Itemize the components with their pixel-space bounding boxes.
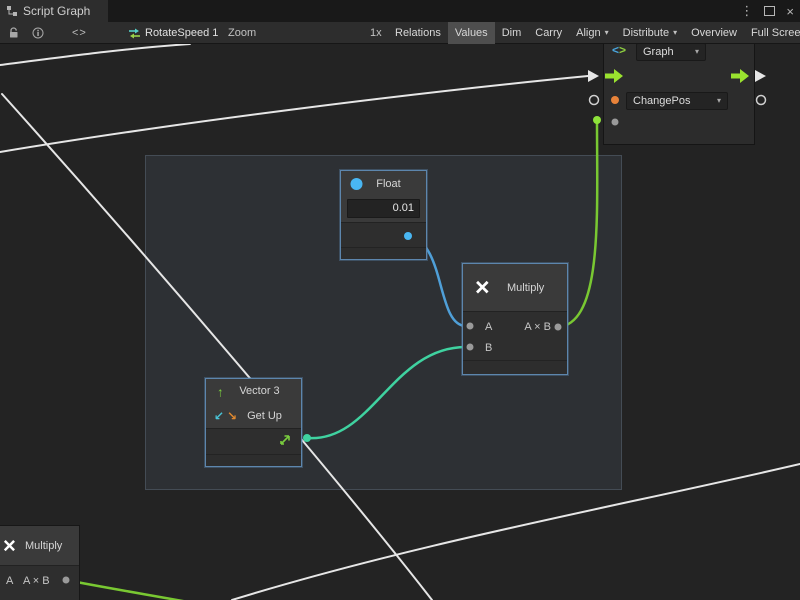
port-multiply-output[interactable] — [555, 324, 562, 331]
multiply-icon: × — [475, 275, 490, 300]
code-view-button[interactable]: <> — [72, 22, 87, 44]
float-value: 0.01 — [393, 202, 414, 214]
node-multiply-2[interactable]: × Multiply A A × B — [0, 525, 80, 600]
port-variable-name-input[interactable] — [611, 96, 619, 104]
node-footer — [341, 247, 426, 259]
distribute-button[interactable]: Distribute▾ — [616, 22, 684, 44]
tab-script-graph[interactable]: Script Graph — [0, 0, 108, 22]
node-title: Multiply — [507, 282, 544, 294]
wire-multiply2-output — [66, 580, 210, 600]
caret-down-icon: ▾ — [605, 29, 609, 37]
float-value-field[interactable]: 0.01 — [347, 199, 420, 218]
align-button[interactable]: Align▾ — [569, 22, 615, 44]
dim-button[interactable]: Dim — [495, 22, 529, 44]
multiply-icon: × — [3, 535, 16, 557]
port-float-output[interactable] — [404, 232, 412, 240]
port-label-a: A — [6, 575, 13, 587]
tab-title: Script Graph — [23, 4, 90, 18]
node-vector3-header: ↑ Vector 3 ↙ ↘ Get Up — [206, 379, 301, 429]
wire-white-top-left — [0, 44, 190, 65]
port-multiply-a-input[interactable] — [467, 323, 474, 330]
maximize-icon[interactable] — [764, 6, 775, 16]
close-icon[interactable]: × — [786, 4, 794, 19]
zoom-label: Zoom — [228, 22, 256, 44]
port-variable-extra-input[interactable] — [612, 119, 619, 126]
node-title: Multiply — [25, 540, 62, 552]
port-multiply-2-output[interactable] — [63, 577, 70, 584]
value-port-ring-right[interactable] — [757, 96, 766, 105]
window-menu-icon[interactable]: ⋮ — [740, 3, 753, 19]
toolbar-buttons: Relations Values Dim Carry Align▾ Distri… — [388, 22, 800, 44]
node-multiply[interactable]: × Multiply A A × B B — [462, 263, 568, 375]
toolbar: <> RotateSpeed 1 Zoom 1x Relations Value… — [0, 22, 800, 44]
port-variable-value-input[interactable] — [593, 116, 601, 124]
caret-down-icon: ▾ — [673, 29, 677, 37]
node-title: Vector 3 — [206, 385, 301, 397]
port-label-out: A × B — [524, 321, 551, 333]
port-label-a: A — [485, 321, 492, 333]
graph-canvas[interactable]: Float 0.01 × Multiply A A × B B ↑ Vector… — [0, 44, 800, 600]
script-graph-icon — [6, 5, 18, 17]
variable-name-dropdown[interactable]: ChangePos ▾ — [626, 92, 728, 110]
port-multiply-b-input[interactable] — [467, 344, 474, 351]
node-subtitle: Get Up — [206, 410, 301, 422]
wire-white-to-graph-node — [0, 76, 588, 152]
full-screen-button[interactable]: Full Screen — [744, 22, 800, 44]
window-controls: ⋮ × — [740, 0, 794, 22]
script-graph-window: Script Graph ⋮ × <> — [0, 0, 800, 600]
node-float-header: Float 0.01 — [341, 171, 426, 223]
titlebar: Script Graph ⋮ × — [0, 0, 800, 22]
value-port-ring-left[interactable] — [590, 96, 599, 105]
relations-button[interactable]: Relations — [388, 22, 448, 44]
flow-port-left-triangle[interactable] — [588, 70, 599, 82]
info-icon[interactable] — [32, 22, 44, 44]
carry-button[interactable]: Carry — [528, 22, 569, 44]
axes-move-icon — [278, 433, 292, 447]
graph-reference[interactable]: RotateSpeed 1 — [145, 22, 218, 44]
node-multiply-header: × Multiply — [463, 264, 567, 312]
overview-button[interactable]: Overview — [684, 22, 744, 44]
port-getup-output[interactable] — [303, 434, 311, 442]
node-float[interactable]: Float 0.01 — [340, 170, 427, 260]
script-graph-asset-icon — [128, 22, 141, 44]
flow-port-right-triangle[interactable] — [755, 70, 766, 82]
values-button[interactable]: Values — [448, 22, 495, 44]
lock-icon[interactable] — [8, 22, 19, 44]
port-label-out: A × B — [23, 575, 50, 587]
graph-scope-dropdown[interactable]: Graph ▾ — [636, 44, 706, 61]
caret-down-icon: ▾ — [717, 97, 721, 105]
node-footer — [463, 360, 567, 374]
node-title: Float — [341, 178, 426, 190]
node-set-variable[interactable]: <> Graph ▾ ChangePos ▾ — [603, 44, 755, 145]
zoom-value: 1x — [370, 22, 382, 44]
node-footer — [206, 454, 301, 466]
port-label-b: B — [485, 342, 492, 354]
code-icon: <> — [612, 44, 626, 57]
node-vector3-get-up[interactable]: ↑ Vector 3 ↙ ↘ Get Up — [205, 378, 302, 467]
caret-down-icon: ▾ — [695, 48, 699, 56]
node-multiply-2-header: × Multiply — [0, 526, 79, 566]
